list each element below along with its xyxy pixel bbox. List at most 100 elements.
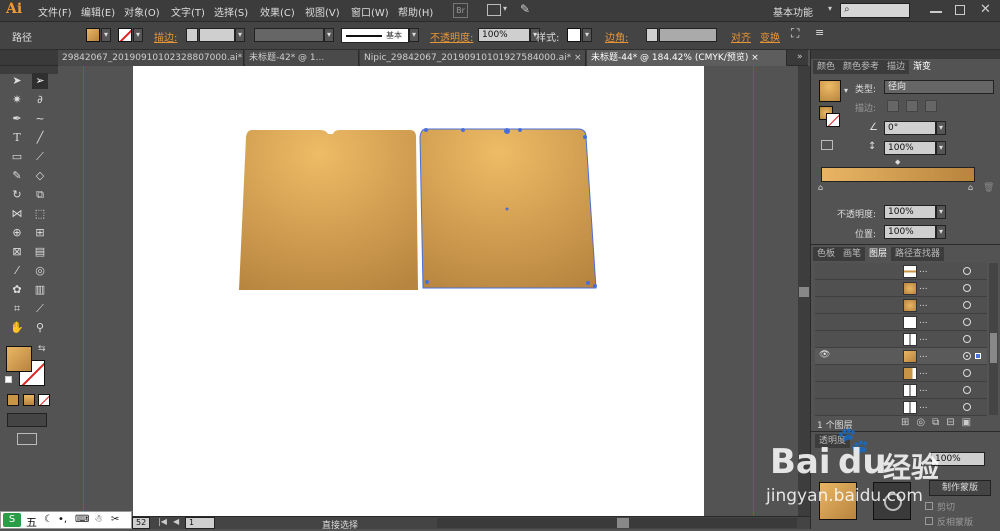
magic-wand-tool-icon[interactable]: ✷ <box>9 92 25 108</box>
tab-pathfinder[interactable]: 路径查找器 <box>891 247 945 261</box>
aspect-dropdown-icon[interactable]: ▾ <box>936 141 946 155</box>
drawing-modes-icon[interactable] <box>7 413 47 427</box>
tab-gradient[interactable]: 渐变 <box>909 60 936 74</box>
stroke-along-icon[interactable] <box>906 100 918 112</box>
artboard-tool-icon[interactable]: ⌗ <box>9 301 25 317</box>
column-graph-tool-icon[interactable]: ▥ <box>32 282 48 298</box>
none-mode-icon[interactable] <box>38 394 50 406</box>
selection-indicator[interactable] <box>975 353 981 359</box>
angle-field[interactable]: 0° <box>884 121 936 135</box>
direct-selection-tool-icon[interactable]: ➢ <box>32 73 48 89</box>
layers-footer-icons[interactable]: ⊞◎⧉⊟▣ <box>901 417 978 428</box>
tab-transparency[interactable]: 透明度 <box>815 434 851 448</box>
search-input[interactable]: ⌕ <box>840 3 910 18</box>
midpoint-diamond-icon[interactable]: ◆ <box>895 158 900 166</box>
gradient-tool-icon[interactable]: ▤ <box>32 244 48 260</box>
zoom-field[interactable]: 52 <box>132 517 150 529</box>
shape-builder-tool-icon[interactable]: ⊕ <box>9 225 25 241</box>
swap-fill-stroke-icon[interactable]: ⇆ <box>38 344 46 354</box>
keyboard-icon[interactable]: ⌨ <box>75 514 89 525</box>
gradient-preview-swatch[interactable] <box>819 80 841 102</box>
transparency-opacity-field[interactable]: 100% <box>931 452 985 466</box>
target-icon[interactable] <box>963 318 971 326</box>
rotate-tool-icon[interactable]: ↻ <box>9 187 25 203</box>
gradient-stop-right[interactable]: ⌂ <box>968 183 973 192</box>
layers-scrollbar[interactable] <box>989 263 998 415</box>
blend-tool-icon[interactable]: ◎ <box>32 263 48 279</box>
panel-menu-icon[interactable]: ≡ <box>815 26 824 39</box>
tab-color[interactable]: 颜色 <box>813 60 840 74</box>
gradient-slider[interactable] <box>821 167 975 182</box>
curvature-tool-icon[interactable]: ~ <box>32 111 48 127</box>
free-transform-tool-icon[interactable]: ⬚ <box>32 206 48 222</box>
eyedropper-tool-icon[interactable]: ⁄ <box>9 263 25 279</box>
stop-location-dropdown-icon[interactable]: ▾ <box>936 225 946 239</box>
stroke-across-icon[interactable] <box>925 100 937 112</box>
prev-artboard-icon[interactable]: ◀ <box>173 517 179 526</box>
aspect-ratio-field[interactable]: 100% <box>884 141 936 155</box>
gradient-preset-chevron-icon[interactable]: ▾ <box>844 86 848 95</box>
gradient-stop-left[interactable]: ⌂ <box>818 183 823 192</box>
gradient-type-select[interactable]: 径向 <box>884 80 994 94</box>
artwork-layer[interactable] <box>0 0 810 529</box>
punctuation-icon[interactable]: •, <box>58 514 67 525</box>
symbol-sprayer-tool-icon[interactable]: ✿ <box>9 282 25 298</box>
close-window-icon[interactable]: ✕ <box>980 2 991 17</box>
tab-stroke[interactable]: 描边 <box>883 60 910 74</box>
tab-layers[interactable]: 图层 <box>865 247 892 261</box>
stroke-within-icon[interactable] <box>887 100 899 112</box>
layer-row[interactable]: ... <box>815 280 987 297</box>
stop-opacity-field[interactable]: 100% <box>884 205 936 219</box>
color-mode-icon[interactable] <box>7 394 19 406</box>
ime-toolbar[interactable]: S 五 ☾ •, ⌨ ☃ ✂ <box>0 511 132 529</box>
selection-tool-icon[interactable]: ➤ <box>9 73 25 89</box>
visibility-eye-icon[interactable]: 👁 <box>819 350 830 360</box>
fill-color-box[interactable] <box>6 346 32 372</box>
default-colors-icon[interactable] <box>5 376 12 383</box>
make-mask-button[interactable]: 制作蒙版 <box>929 480 991 496</box>
layer-row[interactable]: ... <box>815 382 987 399</box>
transparency-thumbnail[interactable] <box>819 482 857 520</box>
ime-logo-icon[interactable]: S <box>3 513 21 527</box>
stop-location-field[interactable]: 100% <box>884 225 936 239</box>
layer-row[interactable]: ... <box>815 365 987 382</box>
zoom-tool-icon[interactable]: ⚲ <box>32 320 48 336</box>
tab-brushes[interactable]: 画笔 <box>839 247 866 261</box>
folder-left-shape[interactable] <box>239 130 418 290</box>
layer-row[interactable]: ... <box>815 314 987 331</box>
clip-checkbox[interactable] <box>925 502 933 510</box>
mask-thumbnail[interactable] <box>873 482 911 520</box>
tab-swatches[interactable]: 色板 <box>813 247 840 261</box>
workspace-chevron-icon[interactable]: ▾ <box>828 4 832 13</box>
width-tool-icon[interactable]: ⋈ <box>9 206 25 222</box>
target-icon[interactable] <box>963 301 971 309</box>
skin-icon[interactable]: ☃ <box>94 514 103 525</box>
perspective-grid-tool-icon[interactable]: ⊞ <box>32 225 48 241</box>
lasso-tool-icon[interactable]: ∂ <box>32 92 48 108</box>
stop-opacity-dropdown-icon[interactable]: ▾ <box>936 205 946 219</box>
stroke-mini-swatch[interactable] <box>826 113 840 127</box>
reverse-gradient-icon[interactable] <box>821 140 833 150</box>
target-icon[interactable] <box>963 369 971 377</box>
layer-row-selected[interactable]: 👁... <box>815 348 987 365</box>
mesh-tool-icon[interactable]: ⊠ <box>9 244 25 260</box>
invert-mask-checkbox[interactable] <box>925 517 933 525</box>
layer-row[interactable]: ... <box>815 263 987 280</box>
hscroll-thumb[interactable] <box>617 518 629 528</box>
tab-color-guide[interactable]: 颜色参考 <box>839 60 884 74</box>
pencil-tool-icon[interactable]: ✎ <box>9 168 25 184</box>
scroll-thumb[interactable] <box>799 287 809 297</box>
layer-row[interactable]: ... <box>815 399 987 416</box>
pen-tool-icon[interactable]: ✒ <box>9 111 25 127</box>
paintbrush-tool-icon[interactable]: ⟋ <box>32 149 48 165</box>
target-icon[interactable] <box>963 403 971 411</box>
layers-scroll-thumb[interactable] <box>990 333 997 363</box>
slice-tool-icon[interactable]: ⟋ <box>32 301 48 317</box>
moon-icon[interactable]: ☾ <box>44 514 53 525</box>
hand-tool-icon[interactable]: ✋ <box>9 320 25 336</box>
eraser-tool-icon[interactable]: ◇ <box>32 168 48 184</box>
layer-row[interactable]: ... <box>815 297 987 314</box>
horizontal-scrollbar[interactable] <box>437 518 797 528</box>
panel-dock-header[interactable] <box>811 50 1000 59</box>
target-icon[interactable] <box>963 335 971 343</box>
